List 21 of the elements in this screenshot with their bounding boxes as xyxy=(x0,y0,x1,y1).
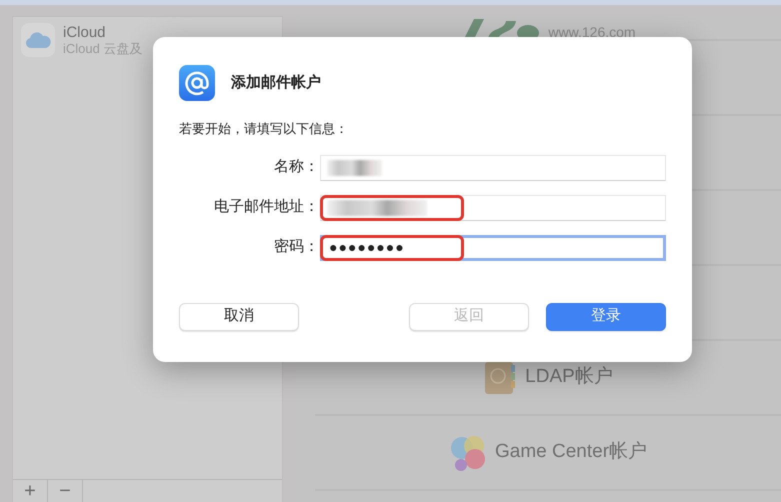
at-sign-icon xyxy=(179,65,215,101)
address-book-icon xyxy=(483,360,518,394)
input-field[interactable]: ●●●●●●●● xyxy=(320,234,666,260)
field-label: 密码： xyxy=(273,237,319,258)
input-field[interactable] xyxy=(320,154,666,180)
login-button[interactable]: 登录 xyxy=(546,302,666,330)
cloud-icon xyxy=(25,32,51,48)
instruction-text: 若要开始，请填写以下信息： xyxy=(179,120,349,138)
toolbar-button[interactable]: − xyxy=(48,480,83,502)
cancel-button[interactable]: 取消 xyxy=(179,302,299,330)
provider-label[interactable]: Game Center帐户 xyxy=(494,438,648,467)
input-field[interactable] xyxy=(320,194,666,220)
field-label: 名称： xyxy=(273,157,319,178)
field-label: 电子邮件地址： xyxy=(213,197,319,218)
account-title: iCloud xyxy=(63,24,107,40)
password-dots: ●●●●●●●● xyxy=(329,240,405,255)
redacted-value xyxy=(327,160,382,176)
toolbar-button[interactable]: + xyxy=(13,480,48,502)
bubbles-icon xyxy=(448,434,487,472)
provider-label[interactable]: LDAP帐户 xyxy=(525,363,613,392)
dialog-title: 添加邮件帐户 xyxy=(231,72,321,93)
